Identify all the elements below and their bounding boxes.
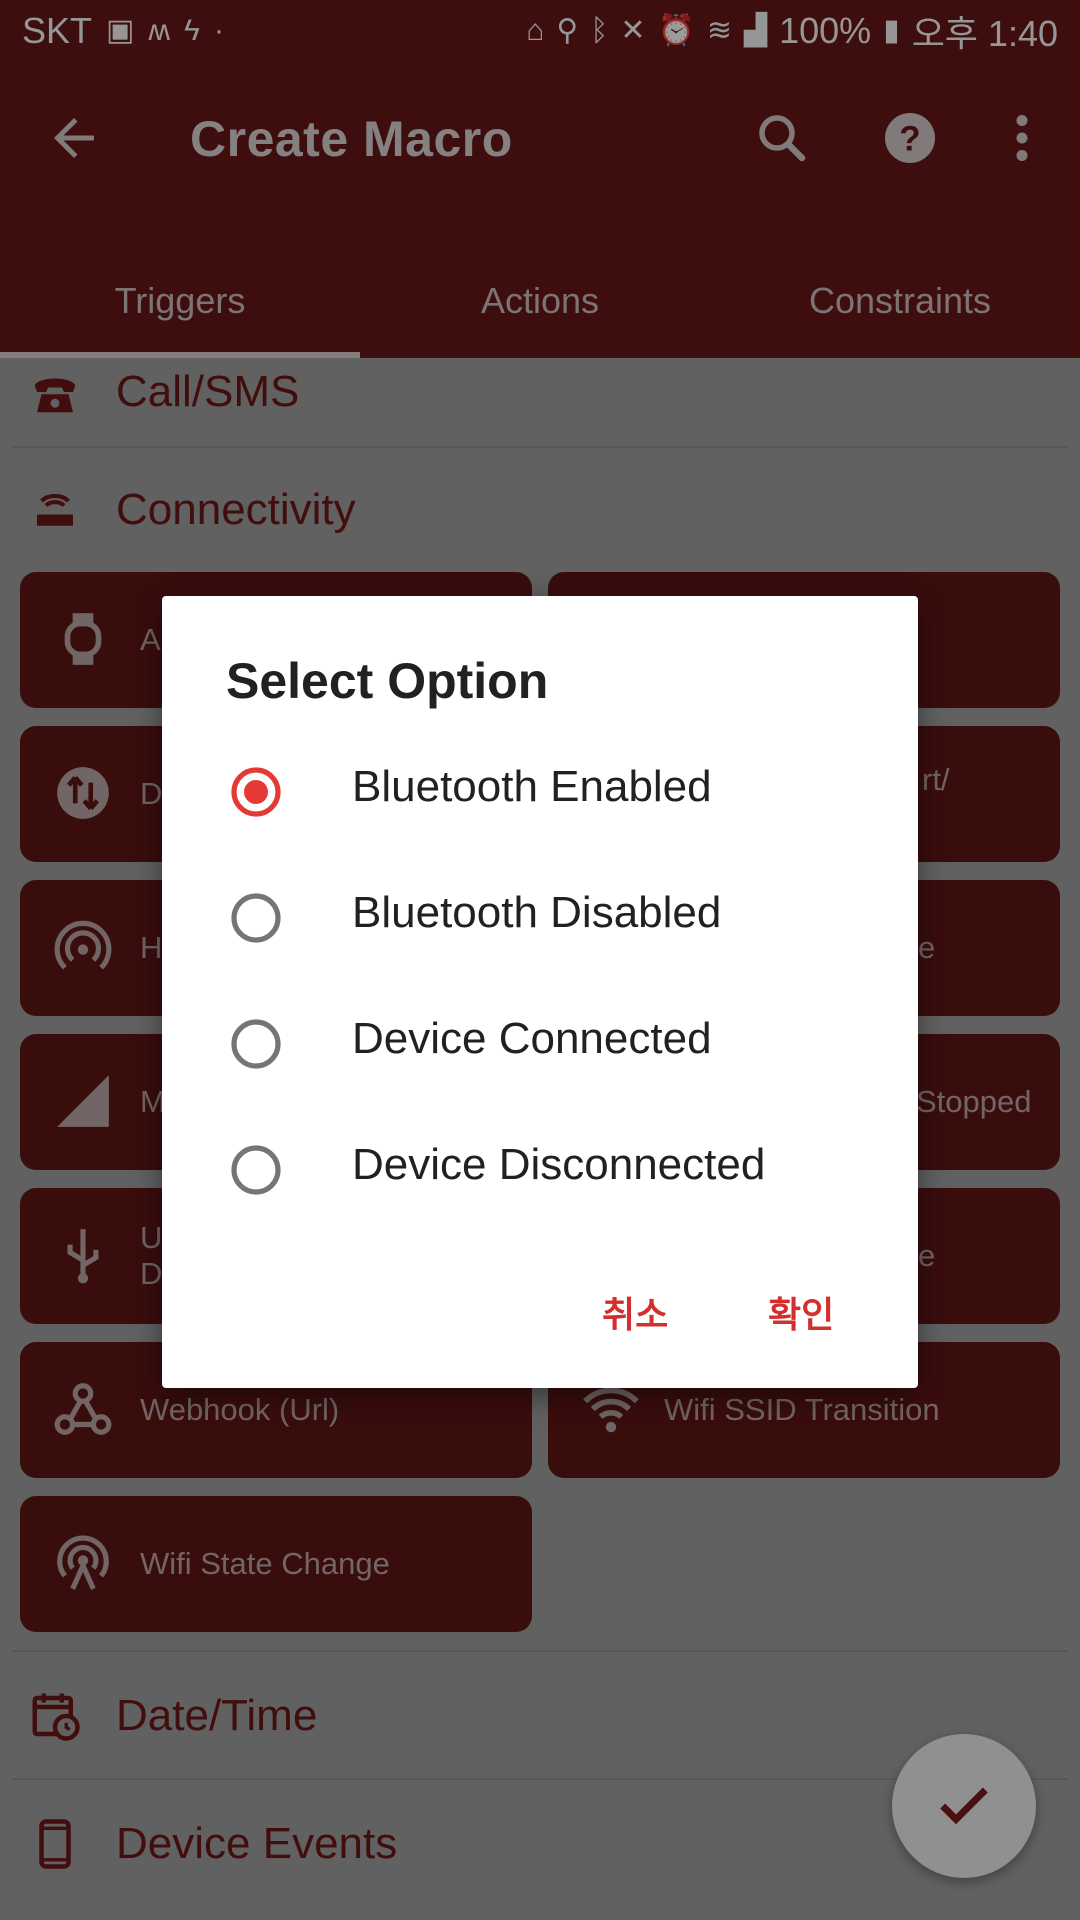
option-device-connected[interactable]: Device Connected — [162, 990, 918, 1100]
radio-unselected-icon[interactable] — [230, 892, 282, 944]
select-option-dialog: Select Option Bluetooth Enabled Bluetoot… — [162, 596, 918, 1388]
confirm-button[interactable]: 확인 — [768, 1286, 834, 1338]
option-bluetooth-disabled[interactable]: Bluetooth Disabled — [162, 864, 918, 974]
option-label: Device Disconnected — [352, 1140, 766, 1189]
radio-selected-icon[interactable] — [230, 766, 282, 818]
option-label: Device Connected — [352, 1014, 712, 1063]
option-label: Bluetooth Enabled — [352, 762, 712, 811]
radio-unselected-icon[interactable] — [230, 1144, 282, 1196]
option-bluetooth-enabled[interactable]: Bluetooth Enabled — [162, 738, 918, 848]
option-label: Bluetooth Disabled — [352, 888, 722, 937]
dialog-title: Select Option — [226, 653, 549, 709]
radio-unselected-icon[interactable] — [230, 1018, 282, 1070]
option-device-disconnected[interactable]: Device Disconnected — [162, 1116, 918, 1226]
cancel-button[interactable]: 취소 — [602, 1286, 668, 1338]
